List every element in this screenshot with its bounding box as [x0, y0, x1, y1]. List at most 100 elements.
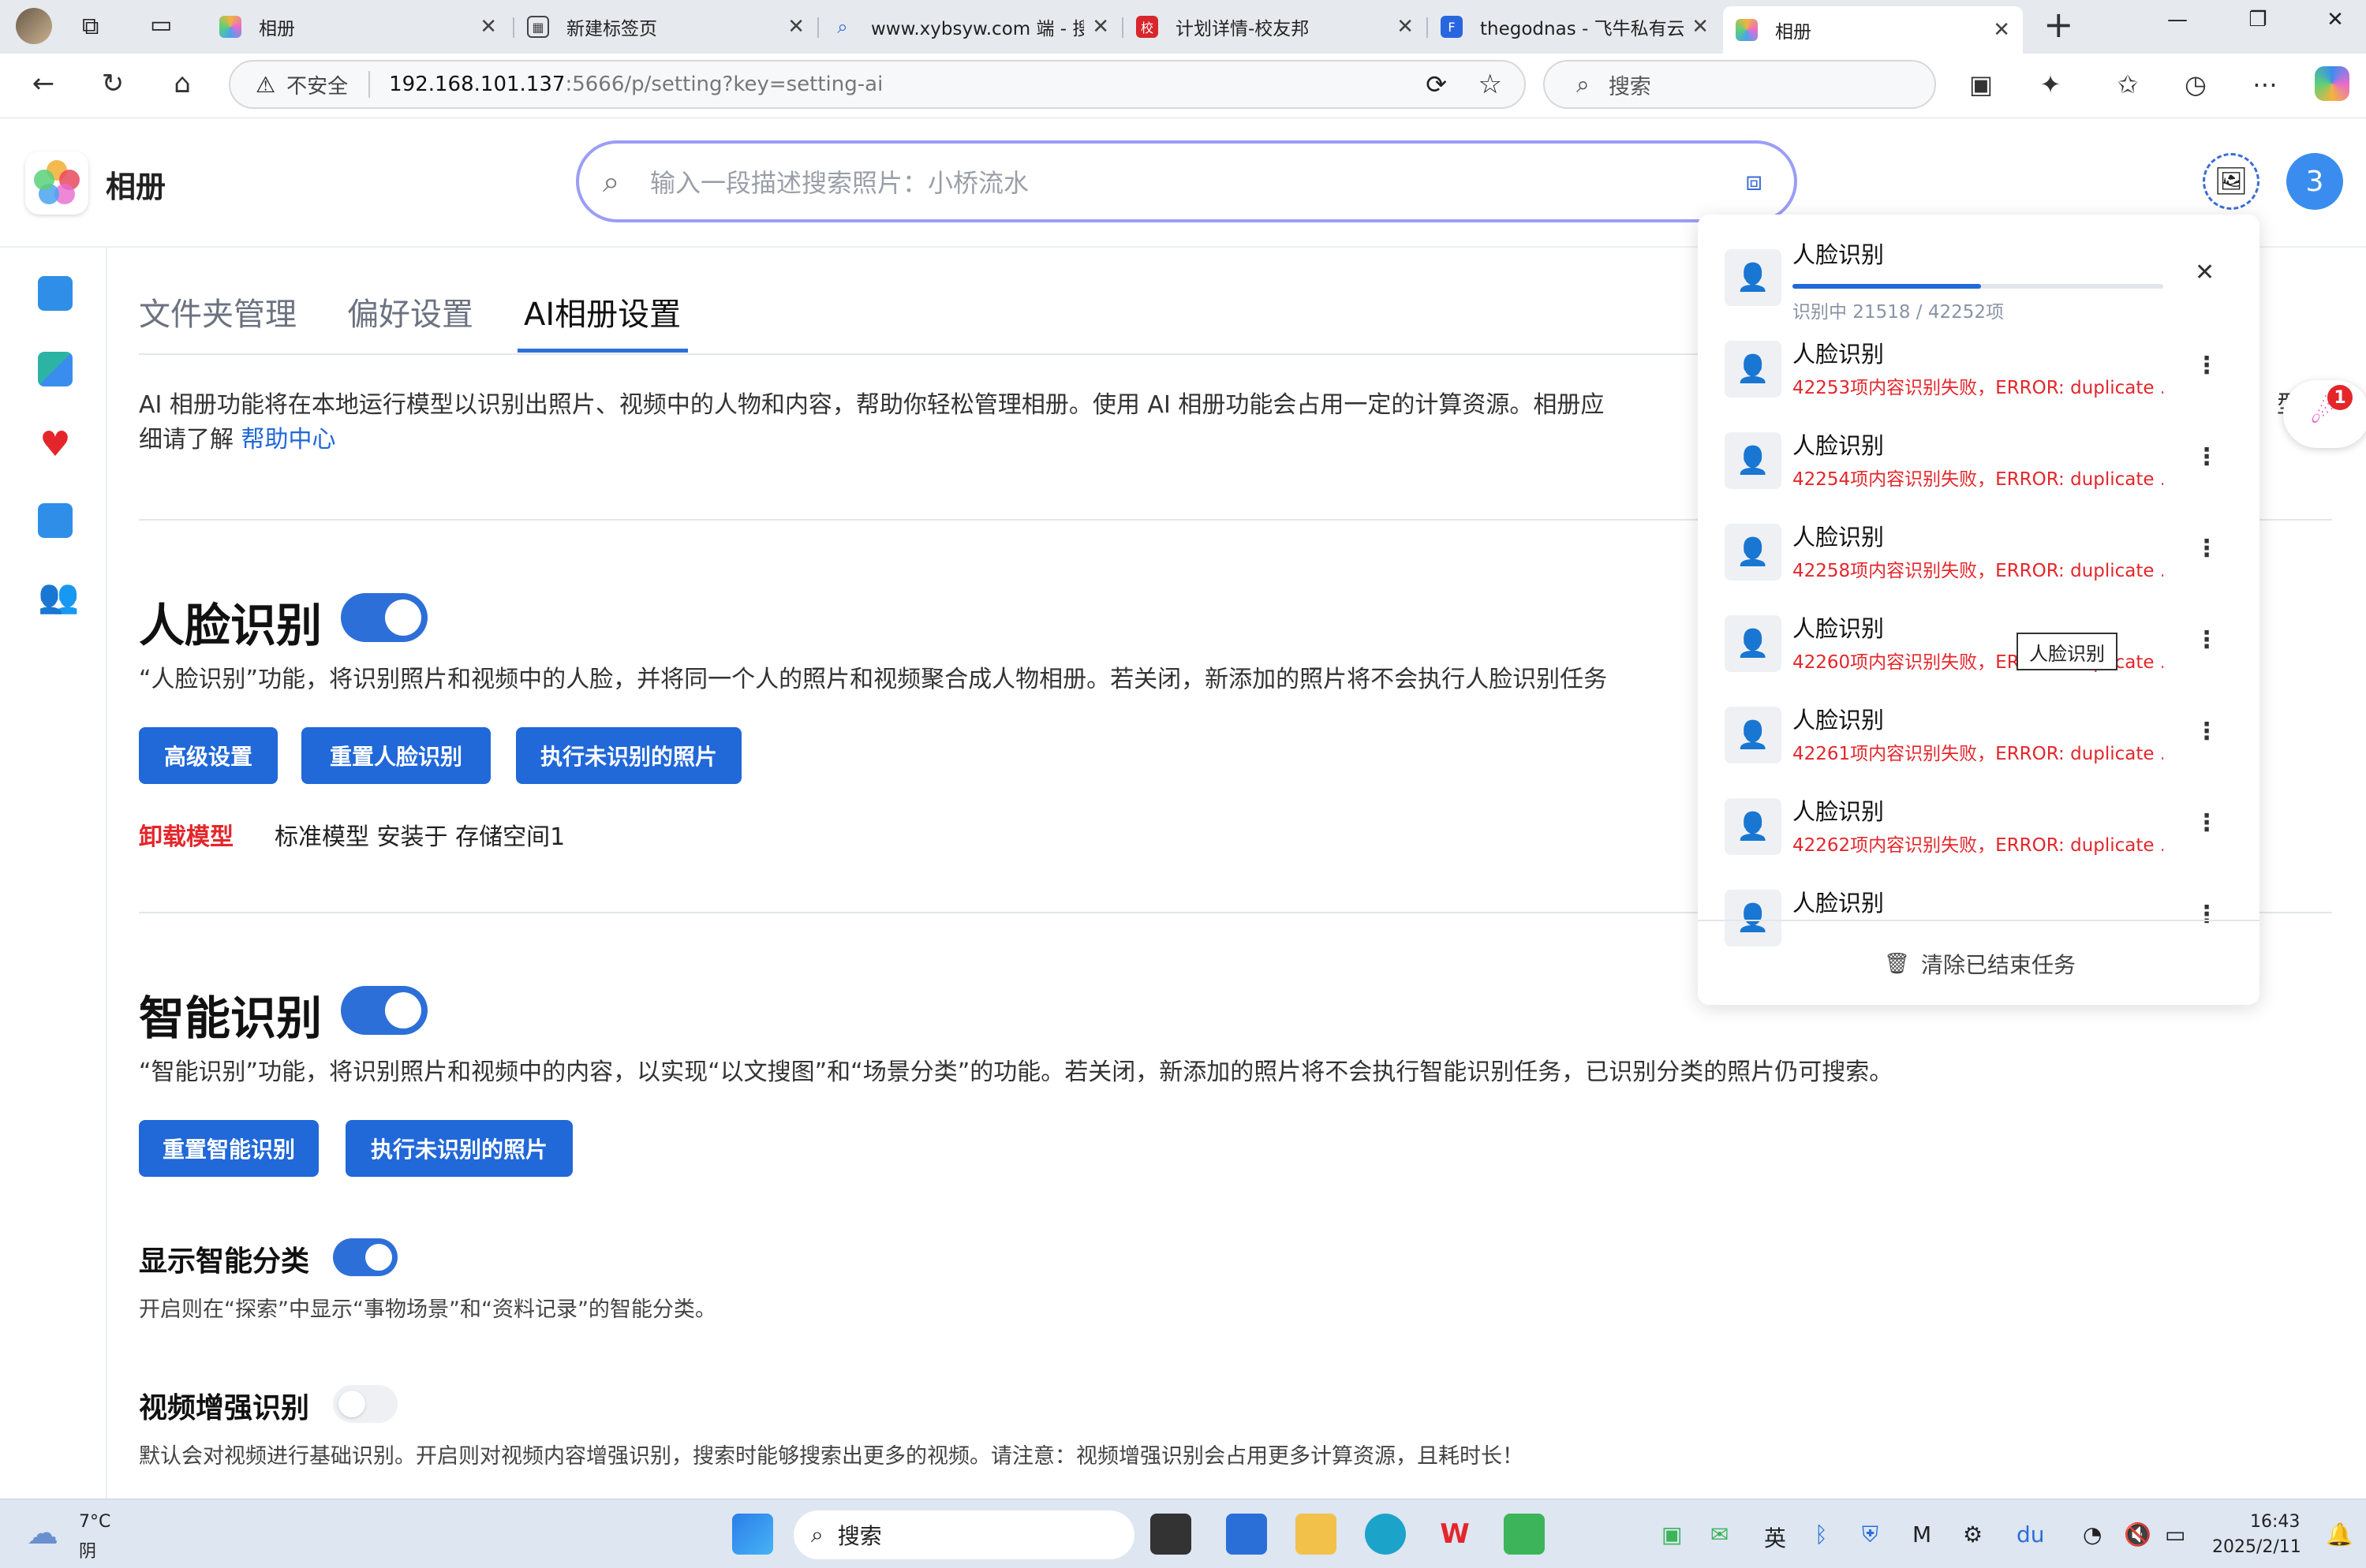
maximize-button[interactable]: ❐ — [2226, 8, 2289, 32]
active-tab-indicator — [518, 349, 688, 353]
edge-browser-icon[interactable] — [1365, 1514, 1406, 1555]
notification-bell-icon[interactable]: 🔔 — [2326, 1521, 2353, 1547]
wps-icon[interactable]: W — [1434, 1514, 1475, 1555]
weather-temp[interactable]: 7°C — [79, 1512, 110, 1532]
task-item: 👤 人脸识别 42253项内容识别失败，ERROR: duplicate ... ⋮ — [1698, 317, 2259, 409]
more-options-icon[interactable]: ⋮ — [2195, 443, 2218, 471]
browser-tab-1[interactable]: 相册 ✕ — [207, 6, 510, 47]
people-nav-icon[interactable]: 👥 — [38, 579, 79, 614]
vertical-tabs-icon[interactable]: ▭ — [150, 11, 172, 39]
image-search-icon[interactable]: ⧈ — [1745, 166, 1762, 197]
floating-assistant-button[interactable]: ☄ — [2283, 380, 2366, 448]
volume-muted-icon[interactable]: 🔇 — [2124, 1521, 2151, 1547]
tray-m-icon[interactable]: M — [1912, 1521, 1931, 1547]
more-options-icon[interactable]: ⋮ — [2195, 626, 2218, 654]
history-icon[interactable]: ◷ — [2176, 69, 2215, 99]
clear-finished-tasks-button[interactable]: 🗑 清除已结束任务 — [1884, 948, 2076, 980]
close-icon[interactable]: ✕ — [787, 15, 805, 39]
more-options-icon[interactable]: ⋯ — [2245, 69, 2285, 99]
task-progress-fill — [1792, 284, 1982, 289]
profile-avatar[interactable] — [16, 8, 52, 44]
new-tab-button[interactable]: + — [2043, 3, 2074, 46]
battery-icon[interactable]: ▭ — [2165, 1521, 2185, 1547]
file-explorer-icon[interactable] — [1295, 1514, 1336, 1555]
browser-tab-6-active[interactable]: 相册 ✕ — [1723, 6, 2023, 54]
uninstall-model-link[interactable]: 卸载模型 — [139, 817, 234, 852]
task-image-icon[interactable]: 🖼 — [2203, 153, 2259, 210]
extensions-icon[interactable]: ✦ — [2031, 69, 2070, 99]
bluetooth-icon[interactable]: ᛒ — [1815, 1521, 1828, 1547]
back-arrow-icon[interactable]: ← — [24, 68, 63, 99]
photo-search-input[interactable]: ⌕ 输入一段描述搜索照片：小桥流水 ⧈ — [576, 140, 1797, 222]
close-task-icon[interactable]: ✕ — [2195, 259, 2215, 286]
wechat-icon[interactable]: ✉ — [1710, 1521, 1729, 1547]
security-shield-icon[interactable]: ⛨ — [1862, 1521, 1878, 1548]
ime-indicator[interactable]: 英 — [1764, 1521, 1786, 1553]
tray-app-2-icon[interactable]: ⚙ — [1963, 1521, 1983, 1547]
run-unrecognized-smart-button[interactable]: 执行未识别的照片 — [346, 1120, 573, 1177]
warning-icon[interactable]: ⚠ — [256, 72, 275, 98]
help-center-link[interactable]: 帮助中心 — [241, 426, 336, 454]
face-task-icon: 👤 — [1725, 615, 1781, 672]
favorites-heart-icon[interactable]: ♥ — [38, 427, 73, 462]
store-icon[interactable] — [1226, 1514, 1267, 1555]
search-icon: ⌕ — [811, 1521, 824, 1547]
close-icon[interactable]: ✕ — [1993, 18, 2010, 42]
workspaces-icon[interactable]: ⧉ — [82, 13, 99, 40]
browser-tab-5[interactable]: F thegodnas - 飞牛私有云 ✕ — [1428, 6, 1721, 47]
tab-preferences[interactable]: 偏好设置 — [347, 289, 473, 334]
favorite-star-icon[interactable]: ☆ — [1478, 69, 1502, 100]
tray-app-icon[interactable]: ▣ — [1661, 1521, 1682, 1547]
smart-recognition-toggle[interactable] — [341, 986, 428, 1035]
more-options-icon[interactable]: ⋮ — [2195, 535, 2218, 562]
close-icon[interactable]: ✕ — [480, 15, 497, 39]
home-icon[interactable]: ⌂ — [163, 68, 202, 99]
more-options-icon[interactable]: ⋮ — [2195, 901, 2218, 928]
more-options-icon[interactable]: ⋮ — [2195, 809, 2218, 837]
show-smart-category-toggle[interactable] — [333, 1238, 398, 1276]
read-aloud-icon[interactable]: ⟳ — [1426, 69, 1447, 99]
user-avatar[interactable]: 3 — [2286, 153, 2343, 210]
tab-folder-management[interactable]: 文件夹管理 — [139, 289, 297, 334]
close-icon[interactable]: ✕ — [1092, 15, 1109, 39]
weather-desc[interactable]: 阴 — [79, 1537, 96, 1562]
more-options-icon[interactable]: ⋮ — [2195, 718, 2218, 745]
windows-start-icon[interactable] — [732, 1514, 773, 1555]
taskbar-search-box[interactable]: ⌕ 搜索 — [794, 1510, 1134, 1559]
copilot-icon[interactable] — [2315, 66, 2349, 101]
close-icon[interactable]: ✕ — [1396, 15, 1414, 39]
browser-tab-2[interactable]: ▦ 新建标签页 ✕ — [514, 6, 817, 47]
favorites-icon[interactable]: ✩ — [2108, 69, 2147, 99]
memories-nav-icon[interactable] — [38, 503, 73, 538]
reload-icon[interactable]: ↻ — [93, 68, 133, 99]
security-label[interactable]: 不安全 — [286, 70, 348, 99]
browser-search-box[interactable]: ⌕ 搜索 — [1543, 60, 1936, 109]
task-view-icon[interactable] — [1150, 1514, 1191, 1555]
minimize-button[interactable]: — — [2146, 8, 2209, 32]
tab-ai-album-settings[interactable]: AI相册设置 — [524, 289, 681, 334]
clock-time[interactable]: 16:43 — [2250, 1512, 2300, 1532]
wifi-icon[interactable]: ◔ — [2083, 1521, 2102, 1547]
browser-tab-4[interactable]: 校 计划详情-校友邦 ✕ — [1123, 6, 1426, 47]
more-options-icon[interactable]: ⋮ — [2195, 352, 2218, 379]
face-recognition-toggle[interactable] — [341, 593, 428, 642]
reset-face-recognition-button[interactable]: 重置人脸识别 — [301, 727, 491, 784]
close-icon[interactable]: ✕ — [1691, 15, 1709, 39]
reset-smart-recognition-button[interactable]: 重置智能识别 — [139, 1120, 319, 1177]
window-close-button[interactable]: ✕ — [2304, 8, 2366, 32]
weather-cloud-icon[interactable]: ☁ — [27, 1515, 58, 1551]
run-unrecognized-face-button[interactable]: 执行未识别的照片 — [516, 727, 742, 784]
green-app-icon[interactable] — [1504, 1514, 1545, 1555]
clock-date[interactable]: 2025/2/11 — [2212, 1537, 2301, 1557]
task-item: 👤 人脸识别 42254项内容识别失败，ERROR: duplicate ... ⋮ — [1698, 409, 2259, 500]
split-screen-icon[interactable]: ▣ — [1961, 69, 2001, 99]
photos-nav-icon[interactable] — [38, 276, 73, 311]
browser-tab-3[interactable]: ⌕ www.xybsyw.com 端 - 搜 ✕ — [819, 6, 1122, 47]
video-enhance-title: 视频增强识别 — [139, 1392, 310, 1424]
advanced-settings-button[interactable]: 高级设置 — [139, 727, 278, 784]
video-enhance-toggle[interactable] — [333, 1385, 398, 1423]
albums-nav-icon[interactable] — [38, 352, 73, 386]
address-bar[interactable]: ⚠ 不安全 192.168.101.137 :5666/p/setting?ke… — [229, 60, 1526, 109]
baidu-netdisk-icon[interactable]: du — [2017, 1521, 2045, 1547]
face-task-icon: 👤 — [1725, 432, 1781, 489]
